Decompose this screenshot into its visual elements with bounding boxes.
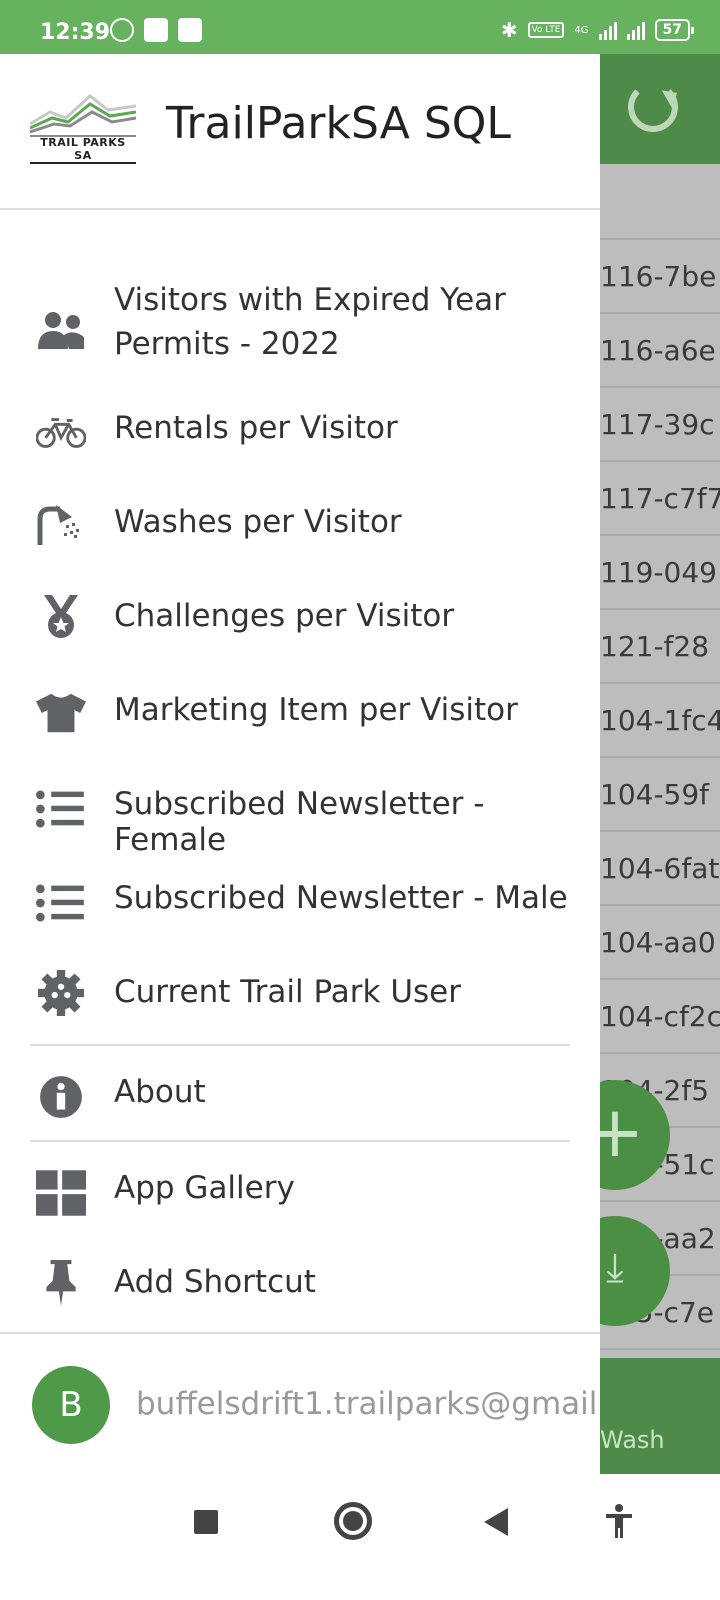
table-row: 104-6fat bbox=[600, 832, 720, 906]
menu-divider bbox=[30, 1044, 570, 1046]
notification-icons bbox=[110, 18, 202, 42]
refresh-icon bbox=[628, 82, 678, 132]
menu-item-label: App Gallery bbox=[114, 1170, 295, 1206]
trail-parks-logo: TRAIL PARKS SA bbox=[29, 88, 137, 164]
network-label: 4G bbox=[574, 24, 589, 36]
status-time: 12:39 bbox=[40, 20, 111, 45]
account-section[interactable]: B buffelsdrift1.trailparks@gmail.c... bbox=[0, 1332, 600, 1474]
menu-item-label-line2: Permits - 2022 bbox=[114, 326, 340, 362]
signal-icon bbox=[626, 20, 645, 40]
menu-item-label: About bbox=[114, 1074, 206, 1110]
app-notification-icon bbox=[144, 18, 168, 42]
menu-item-label: Rentals per Visitor bbox=[114, 410, 398, 446]
menu-item-washes-per-visitor[interactable]: Washes per Visitor bbox=[0, 480, 600, 574]
menu-item-app-gallery[interactable]: App Gallery bbox=[0, 1146, 600, 1240]
menu-item-label: Add Shortcut bbox=[114, 1264, 316, 1300]
home-button[interactable] bbox=[334, 1502, 372, 1540]
table-row: 121-f28 bbox=[600, 610, 720, 684]
menu-item-label: Subscribed Newsletter - Female bbox=[114, 786, 485, 858]
system-icons: ✱ Vo LTE 4G 57 bbox=[500, 18, 695, 42]
menu-item-newsletter-male[interactable]: Subscribed Newsletter - Male bbox=[0, 856, 600, 950]
bluetooth-icon: ✱ bbox=[500, 18, 518, 42]
table-row: 104-cf2c bbox=[600, 980, 720, 1054]
list-icon bbox=[36, 884, 84, 922]
table-row: 117-c7f7 bbox=[600, 462, 720, 536]
system-nav-bar bbox=[0, 1474, 720, 1600]
status-bar: 12:39 ✱ Vo LTE 4G 57 bbox=[0, 0, 720, 54]
account-email: buffelsdrift1.trailparks@gmail.c... bbox=[136, 1386, 600, 1422]
table-header-row bbox=[600, 164, 720, 240]
app-notification-icon bbox=[178, 18, 202, 42]
menu-item-label: Current Trail Park User bbox=[114, 974, 461, 1010]
grid-icon bbox=[36, 1170, 86, 1216]
shower-icon bbox=[37, 505, 79, 545]
navigation-drawer: Permits - 2021 Visitors with Expired Yea… bbox=[0, 54, 600, 1474]
table-row: 116-a6e bbox=[600, 314, 720, 388]
menu-item-label: Subscribed Newsletter - Male bbox=[114, 880, 568, 916]
recents-button[interactable] bbox=[194, 1510, 218, 1534]
logo-text: TRAIL PARKS SA bbox=[30, 136, 136, 164]
list-icon bbox=[36, 790, 84, 828]
menu-item-current-trail-park-user[interactable]: Current Trail Park User bbox=[0, 950, 600, 1044]
menu-item-label: Challenges per Visitor bbox=[114, 598, 455, 634]
table-row: 117-39c bbox=[600, 388, 720, 462]
menu-item-add-shortcut[interactable]: Add Shortcut bbox=[0, 1240, 600, 1334]
bicycle-icon bbox=[36, 418, 86, 448]
menu-item-rentals-per-visitor[interactable]: Rentals per Visitor bbox=[0, 386, 600, 480]
background-app-header bbox=[600, 54, 720, 164]
table-row: 116-7be bbox=[600, 240, 720, 314]
signal-icon bbox=[598, 20, 617, 40]
volte-icon: Vo LTE bbox=[527, 22, 565, 38]
avatar: B bbox=[32, 1366, 110, 1444]
app-title: TrailParkSA SQL bbox=[166, 98, 511, 149]
battery-icon: 57 bbox=[654, 19, 695, 41]
menu-item-label-line1: Visitors with Expired Year bbox=[114, 282, 506, 318]
pin-icon bbox=[46, 1260, 76, 1306]
table-row: 104-1fc4 bbox=[600, 684, 720, 758]
tshirt-icon bbox=[36, 693, 86, 733]
people-icon bbox=[38, 312, 84, 349]
menu-item-label: Washes per Visitor bbox=[114, 504, 402, 540]
menu-item-challenges-per-visitor[interactable]: Challenges per Visitor bbox=[0, 574, 600, 668]
table-row: 104-59f bbox=[600, 758, 720, 832]
info-icon bbox=[40, 1076, 82, 1118]
menu-divider bbox=[30, 1140, 570, 1142]
drawer-header: TRAIL PARKS SA TrailParkSA SQL bbox=[0, 54, 600, 210]
menu-item-about[interactable]: About bbox=[0, 1050, 600, 1144]
menu-item-marketing-item-per-visitor[interactable]: Marketing Item per Visitor bbox=[0, 668, 600, 762]
alarm-icon bbox=[110, 18, 134, 42]
gear-icon bbox=[38, 970, 84, 1016]
table-row: 104-aa0 bbox=[600, 906, 720, 980]
medal-icon bbox=[44, 595, 78, 638]
background-app: 116-7be 116-a6e 117-39c 117-c7f7 119-049… bbox=[600, 54, 720, 1474]
back-button[interactable] bbox=[484, 1508, 508, 1536]
bottom-nav-label: Wash bbox=[600, 1426, 665, 1454]
accessibility-icon[interactable] bbox=[604, 1504, 634, 1538]
background-bottom-nav: Wash bbox=[600, 1358, 720, 1474]
menu-item-newsletter-female[interactable]: Subscribed Newsletter - Female bbox=[0, 762, 600, 858]
table-row: 119-049 bbox=[600, 536, 720, 610]
menu-item-expired-permits-2022[interactable]: Visitors with Expired Year Permits - 202… bbox=[0, 278, 600, 382]
menu-item-label: Marketing Item per Visitor bbox=[114, 692, 518, 728]
mountain-logo-icon bbox=[29, 94, 137, 137]
